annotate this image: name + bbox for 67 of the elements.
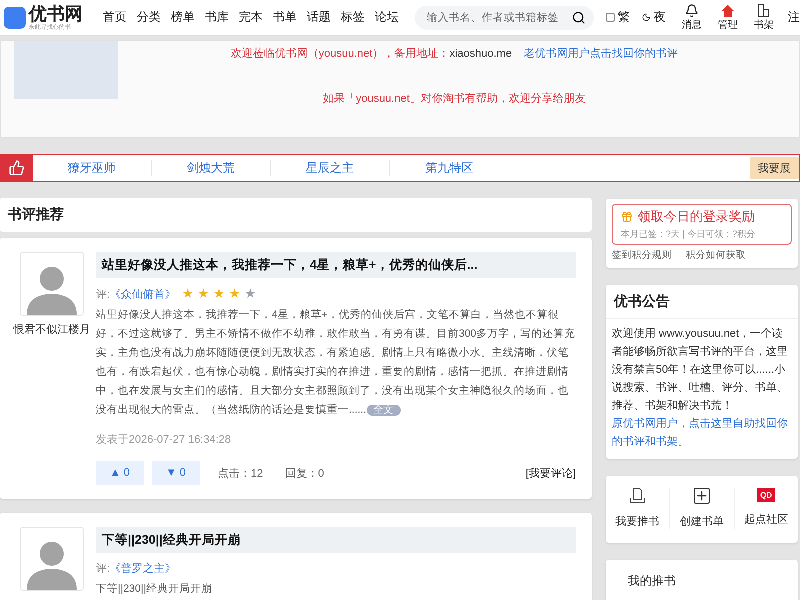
avatar-silhouette-icon (25, 265, 79, 315)
square-icon (606, 13, 615, 22)
quick-action[interactable]: QD 起点社区 (734, 488, 798, 529)
review-title[interactable]: 下等||230||经典开局开崩 (96, 527, 576, 553)
nav-link[interactable]: 标签 (341, 9, 366, 26)
book-link[interactable]: 第九特区 (390, 160, 509, 176)
downvote-button[interactable]: ▼ 0 (152, 461, 200, 485)
upvote-button[interactable]: ▲ 0 (96, 461, 144, 485)
avatar[interactable] (20, 527, 84, 591)
review-title[interactable]: 站里好像没人推这本，我推荐一下，4星，粮草+，优秀的仙侠后... (96, 252, 576, 278)
book-link[interactable]: 星辰之主 (271, 160, 390, 176)
reply-count: 回复：0 (285, 466, 324, 480)
comment-link[interactable]: [我要评论] (526, 466, 576, 480)
post-date: 发表于2026-07-27 16:34:28 (96, 433, 232, 447)
my-books-title: 我的推书 (627, 573, 677, 590)
announcement-title: 优书公告 (606, 285, 798, 319)
plus-square-icon (694, 488, 710, 504)
search-icon[interactable] (572, 10, 586, 24)
logo-icon[interactable] (4, 6, 26, 28)
review-prefix: 评: (96, 562, 110, 576)
quick-action[interactable]: 我要推书 (606, 488, 670, 529)
header-action[interactable]: 消息 (682, 4, 702, 32)
user-name[interactable]: 恨君不似江楼月 (14, 322, 90, 337)
star-rating: ★ ★ ★ ★ ★ (182, 286, 258, 302)
gift-icon (621, 211, 633, 223)
clipboard-icon (630, 488, 646, 504)
nav-link[interactable]: 论坛 (375, 9, 400, 26)
notice-link[interactable]: 如果「yousuu.net」对你淘书有帮助，欢迎分享给朋友 (323, 77, 586, 122)
qd-logo: QD (757, 488, 776, 502)
book-link[interactable]: 剑烛大荒 (152, 160, 271, 176)
traditional-toggle[interactable]: 繁 (606, 9, 630, 26)
nav-link[interactable]: 完本 (239, 9, 264, 26)
nav-link[interactable]: 话题 (307, 9, 332, 26)
night-mode-toggle[interactable]: 夜 (642, 9, 666, 26)
book-link[interactable]: 《普罗之主》 (110, 561, 176, 576)
review-text: 下等||230||经典开局开崩 (96, 582, 214, 597)
notice-link[interactable]: 老优书网用户点击找回你的书评 (524, 32, 678, 77)
bell-icon (685, 4, 699, 18)
quick-action[interactable]: 创建书单 (670, 488, 735, 529)
section-title: 书评推荐 (0, 198, 592, 232)
nav-link[interactable]: 分类 (137, 9, 162, 26)
book-link[interactable]: 《众仙俯首》 (110, 286, 176, 302)
register-link[interactable]: 注 (788, 9, 800, 26)
avatar-silhouette-icon (25, 540, 79, 590)
nav-link[interactable]: 书单 (273, 9, 298, 26)
site-logo[interactable]: 优书网 (29, 4, 83, 22)
showcase-button[interactable]: 我要展 (750, 157, 799, 179)
nav-link[interactable]: 首页 (103, 9, 128, 26)
signin-button[interactable]: 领取今日的登录奖励 本月已签：?天 | 今日可领：?积分 (612, 204, 792, 245)
avatar[interactable] (20, 252, 84, 316)
notice-link[interactable]: 欢迎莅临优书网（yousuu.net），备用地址：xiaoshuo.me (230, 32, 512, 77)
header-action[interactable]: 管理 (718, 4, 738, 32)
review-text: 站里好像没人推这本，我推荐一下，4星，粮草+，优秀的仙侠后宫，文笔不算白，当然也不算很好，不过这就够了。男主不矫情不做作不幼稚，敢作敢当，有勇有谋。目前300多万字，写的还算充实，主角也没有战力崩坏随随便便到无敌状态，有紧迫感。剧情上只有略微小水。主线清晰，伏笔也有，有跌宕起伏，也有惊心动魄，剧情实打实的在推进，重要的剧情，感情一把抓。在推进剧情中，也在发展与女主们的感情。且大部分女主都照顾到了，没有出现某个女主神隐很久的场面，也没有出现很大的雷点。（当然纸防的话还是要慎重一...... 全文 (96, 308, 576, 418)
signin-rule-link[interactable]: 签到积分规则 (612, 249, 672, 262)
nav-link[interactable]: 榜单 (171, 9, 196, 26)
recover-link[interactable]: 原优书网用户，点击这里自助找回你的书评和书架。 (612, 415, 792, 451)
search-field[interactable]: 输入书名、作者或书籍标签 (415, 6, 594, 30)
moon-icon (642, 13, 651, 22)
bookshelf-icon (757, 4, 771, 18)
nav-link[interactable]: 书库 (205, 9, 230, 26)
announcement-text: 欢迎使用 www.yousuu.net，一个读者能够畅所欲言写书评的平台，这里没有禁言50年！在这里你可以......小说搜索、书评、吐槽、评分、书单、推荐、书架和解决书荒！ (612, 326, 789, 414)
review-prefix: 评: (96, 288, 110, 302)
signin-rule-link[interactable]: 积分如何获取 (686, 249, 746, 262)
house-icon (721, 4, 735, 18)
click-count: 点击：12 (218, 466, 264, 480)
book-link[interactable]: 獠牙巫师 (33, 160, 152, 176)
header-action[interactable]: 书架 (754, 4, 774, 32)
